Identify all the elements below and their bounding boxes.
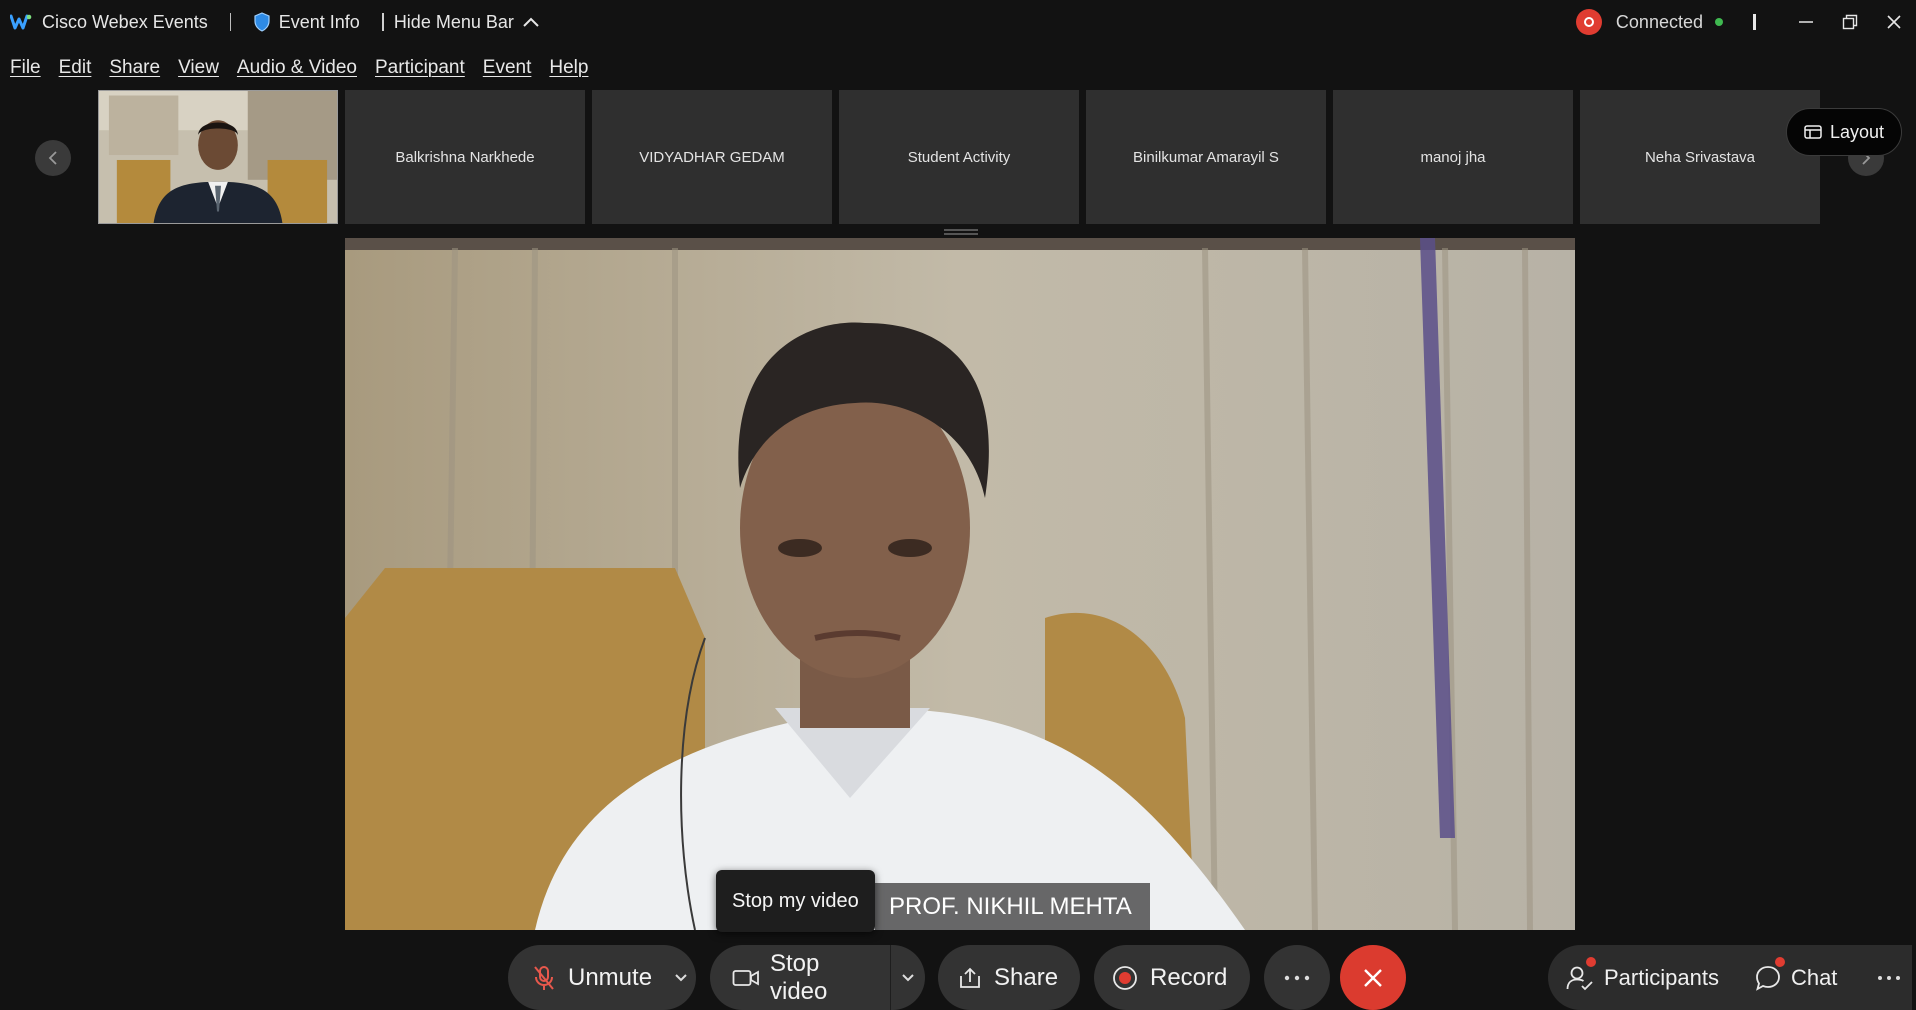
title-bar: Cisco Webex Events Event Info Hide Menu … — [0, 0, 1916, 44]
title-divider — [381, 13, 384, 31]
resize-handle[interactable] — [944, 229, 978, 235]
close-icon — [1887, 15, 1901, 29]
layout-icon — [1804, 125, 1822, 139]
participant-name: Balkrishna Narkhede — [395, 148, 535, 166]
close-icon — [1364, 968, 1382, 987]
participants-label: Participants — [1604, 964, 1719, 990]
share-icon — [960, 967, 980, 988]
self-video-tile[interactable] — [98, 90, 338, 224]
participant-name: VIDYADHAR GEDAM — [639, 148, 785, 166]
menu-audio-video[interactable]: Audio & Video — [237, 57, 357, 79]
participant-filmstrip: Balkrishna Narkhede VIDYADHAR GEDAM Stud… — [0, 90, 1916, 226]
speaker-video-feed — [345, 238, 1575, 930]
share-label: Share — [994, 963, 1059, 991]
chat-button[interactable]: Chat — [1737, 945, 1855, 1010]
menu-view[interactable]: View — [178, 57, 219, 79]
menu-edit[interactable]: Edit — [59, 57, 92, 79]
more-options-button[interactable] — [1264, 945, 1330, 1010]
connection-dot-icon — [1715, 18, 1723, 26]
record-button[interactable]: Record — [1094, 945, 1250, 1010]
close-window-button[interactable] — [1872, 0, 1916, 44]
video-camera-icon — [732, 969, 759, 986]
stop-video-tooltip: Stop my video — [716, 870, 875, 932]
participant-name: manoj jha — [1420, 148, 1486, 166]
shield-icon — [254, 12, 270, 32]
chat-notification-badge — [1774, 957, 1785, 967]
chevron-left-icon — [48, 151, 57, 165]
menu-bar: File Edit Share View Audio & Video Parti… — [0, 52, 606, 84]
unmute-label: Unmute — [568, 963, 653, 991]
stop-video-button[interactable]: Stop video — [710, 945, 925, 1010]
participant-name: Student Activity — [907, 148, 1011, 166]
chevron-down-icon — [902, 973, 914, 981]
more-panels-button[interactable] — [1855, 945, 1916, 1010]
menu-help[interactable]: Help — [549, 57, 588, 79]
menu-file[interactable]: File — [10, 57, 41, 79]
more-horizontal-icon — [1878, 975, 1901, 980]
more-horizontal-icon — [1284, 975, 1310, 980]
event-info-button[interactable]: Event Info — [253, 12, 360, 33]
leave-meeting-button[interactable] — [1340, 945, 1406, 1010]
chat-icon — [1756, 965, 1780, 991]
microphone-muted-icon — [534, 965, 554, 990]
connection-status: Connected — [1615, 11, 1703, 32]
layout-button[interactable]: Layout — [1786, 108, 1902, 156]
meeting-controls: Unmute Stop video Share Record Participa… — [0, 945, 1916, 1010]
restore-button[interactable] — [1828, 0, 1872, 44]
chevron-down-icon — [675, 973, 687, 981]
menu-participant[interactable]: Participant — [375, 57, 465, 79]
filmstrip-prev-button[interactable] — [35, 140, 71, 176]
minimize-icon — [1799, 21, 1813, 23]
minimize-button[interactable] — [1784, 0, 1828, 44]
app-title: Cisco Webex Events — [42, 11, 208, 32]
participants-button[interactable]: Participants — [1548, 945, 1737, 1010]
participant-tile[interactable]: Neha Srivastava — [1580, 90, 1820, 224]
panel-buttons: Participants Chat — [1548, 945, 1912, 1010]
video-options-button[interactable] — [889, 945, 925, 1010]
self-video-feed — [99, 91, 337, 223]
participants-icon — [1566, 966, 1593, 990]
chevron-up-icon — [523, 17, 539, 27]
participant-tile[interactable]: Student Activity — [839, 90, 1079, 224]
record-icon — [1113, 965, 1137, 990]
chat-label: Chat — [1790, 964, 1838, 990]
titlebar-divider — [1753, 14, 1756, 30]
speaker-name-label: PROF. NIKHIL MEHTA — [875, 883, 1150, 930]
participant-tile[interactable]: manoj jha — [1333, 90, 1573, 224]
participant-name: Neha Srivastava — [1644, 148, 1756, 166]
participant-name: Binilkumar Amarayil S — [1133, 148, 1279, 166]
webex-logo-icon — [10, 14, 32, 30]
active-speaker-video[interactable]: PROF. NIKHIL MEHTA — [345, 238, 1575, 930]
hide-menu-bar-button[interactable]: Hide Menu Bar — [394, 12, 540, 33]
unmute-button[interactable]: Unmute — [508, 945, 696, 1010]
stop-video-label: Stop video — [770, 949, 828, 1005]
hide-menu-label: Hide Menu Bar — [393, 11, 514, 32]
menu-event[interactable]: Event — [483, 57, 532, 79]
title-divider — [229, 13, 231, 31]
restore-icon — [1842, 14, 1858, 30]
participant-tile[interactable]: VIDYADHAR GEDAM — [592, 90, 832, 224]
layout-label: Layout — [1829, 121, 1885, 142]
audio-options-button[interactable] — [674, 945, 688, 1010]
menu-share[interactable]: Share — [109, 57, 160, 79]
participants-notification-badge — [1586, 957, 1596, 967]
event-info-label: Event Info — [278, 11, 360, 32]
record-label: Record — [1150, 963, 1228, 991]
recording-indicator-icon — [1575, 9, 1602, 35]
participant-tile[interactable]: Binilkumar Amarayil S — [1086, 90, 1326, 224]
participant-tile[interactable]: Balkrishna Narkhede — [345, 90, 585, 224]
share-button[interactable]: Share — [938, 945, 1080, 1010]
